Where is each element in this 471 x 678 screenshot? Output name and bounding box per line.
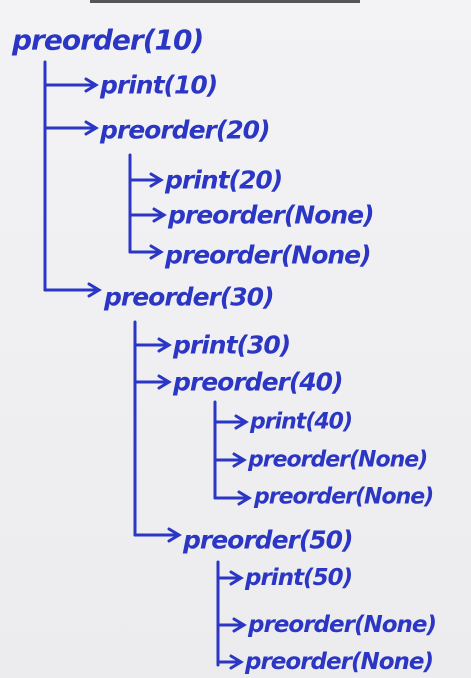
arrow-preorder-30 xyxy=(43,282,102,298)
arrow-none-e xyxy=(216,617,247,633)
arrow-none-c xyxy=(213,452,247,468)
arrow-none-f xyxy=(216,654,244,670)
arrow-print-50 xyxy=(216,570,244,586)
node-preorder-none: preorder(None) xyxy=(245,649,434,675)
arrow-print-30 xyxy=(133,337,172,353)
arrow-preorder-20 xyxy=(43,120,99,136)
node-preorder-none: preorder(None) xyxy=(254,484,434,510)
node-preorder-none: preorder(None) xyxy=(248,612,437,638)
node-print-10: print(10) xyxy=(100,70,218,100)
node-preorder-30: preorder(30) xyxy=(104,282,275,312)
node-preorder-none: preorder(None) xyxy=(168,200,375,230)
arrow-preorder-50 xyxy=(133,527,182,543)
arrow-none-d xyxy=(213,490,252,506)
node-print-40: print(40) xyxy=(250,409,353,435)
node-preorder-20: preorder(20) xyxy=(100,115,271,145)
arrow-print-10 xyxy=(43,77,99,93)
node-preorder-50: preorder(50) xyxy=(183,525,354,555)
node-print-30: print(30) xyxy=(173,330,291,360)
node-preorder-none: preorder(None) xyxy=(248,447,428,473)
arrow-print-20 xyxy=(128,172,164,188)
arrow-preorder-40 xyxy=(133,374,172,390)
node-print-20: print(20) xyxy=(165,165,283,195)
node-preorder-40: preorder(40) xyxy=(173,367,344,397)
arrow-none-b xyxy=(128,244,164,260)
arrow-none-a xyxy=(128,207,167,223)
node-print-50: print(50) xyxy=(245,565,353,591)
arrow-print-40 xyxy=(213,414,249,430)
node-preorder-none: preorder(None) xyxy=(165,240,372,270)
node-preorder-10: preorder(10) xyxy=(12,23,204,57)
